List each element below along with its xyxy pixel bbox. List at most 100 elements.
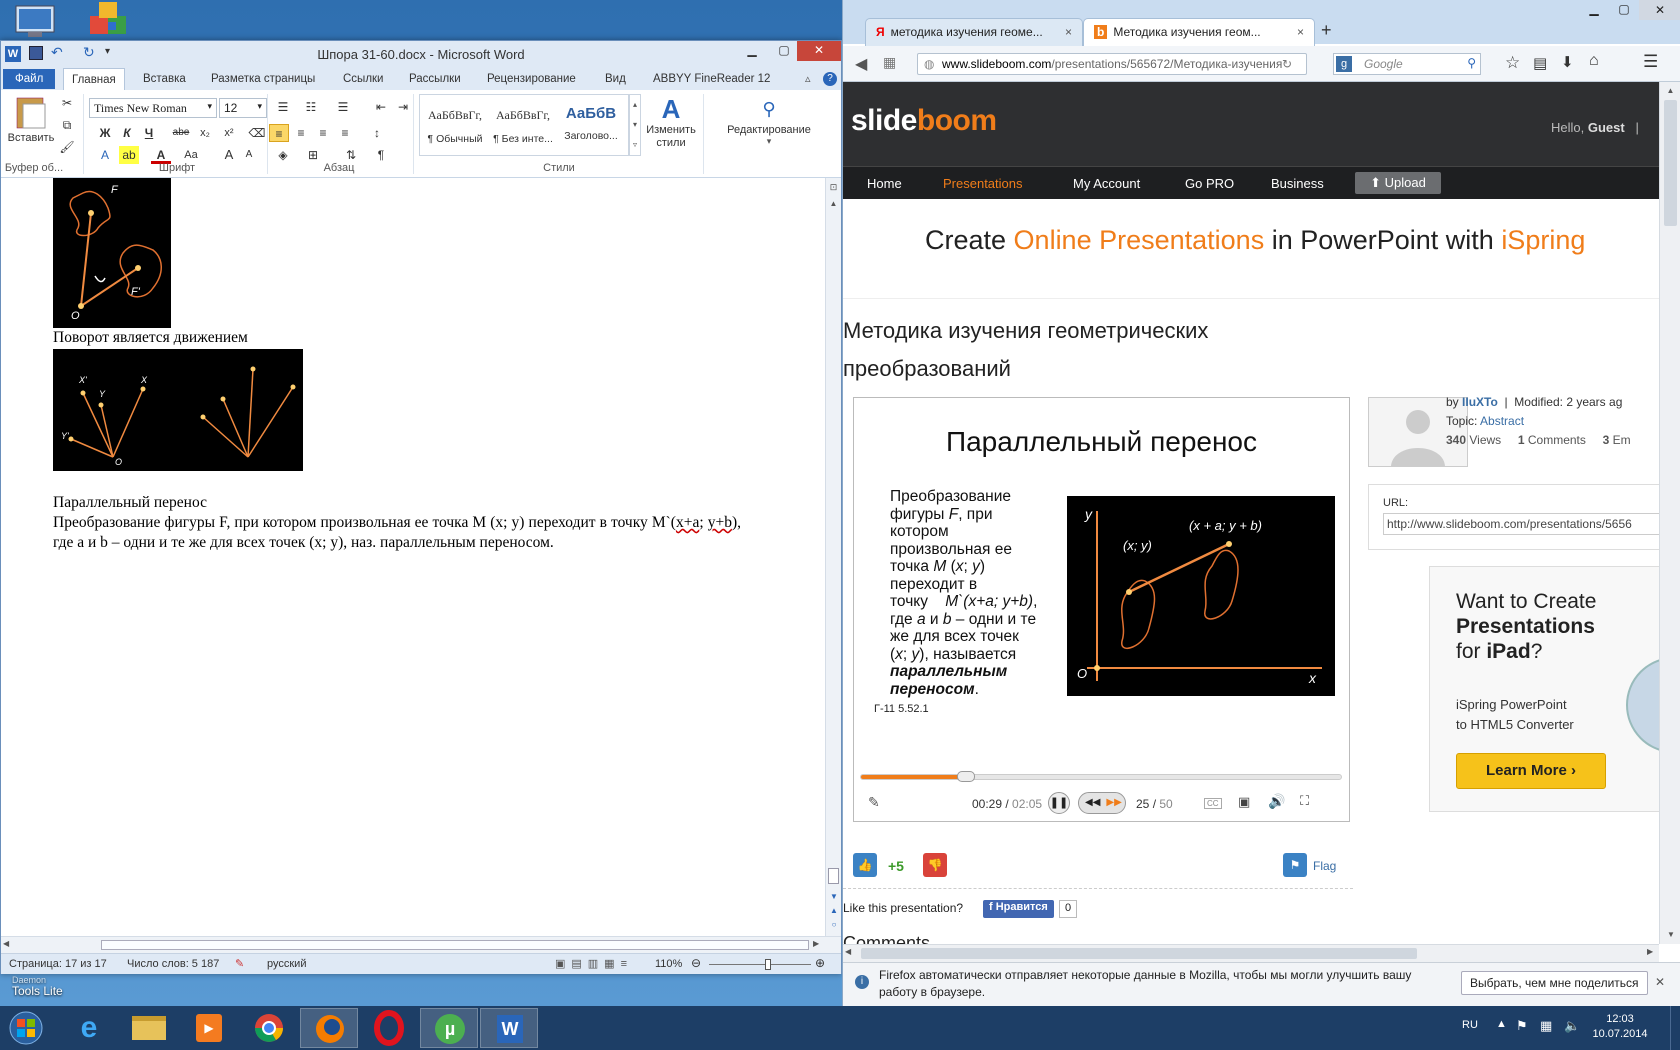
captions-button[interactable]: CC	[1204, 798, 1222, 809]
page-hscroll-thumb[interactable]	[861, 948, 1417, 959]
chrome-icon[interactable]	[240, 1008, 298, 1048]
file-explorer-icon[interactable]	[120, 1008, 178, 1048]
superscript-button[interactable]: x²	[219, 124, 239, 142]
fullscreen-icon[interactable]: ⛶	[1300, 793, 1309, 809]
zoom-slider-thumb[interactable]	[765, 959, 772, 970]
progress-thumb[interactable]	[957, 771, 976, 782]
line-spacing-icon[interactable]: ↕	[367, 124, 387, 142]
start-button[interactable]	[2, 1008, 52, 1048]
status-page[interactable]: Страница: 17 из 17	[9, 958, 107, 970]
hscroll-thumb[interactable]	[101, 940, 809, 950]
thumbs-down-button[interactable]: 👎	[923, 853, 947, 877]
cut-icon[interactable]: ✂	[57, 94, 77, 112]
tab-mailings[interactable]: Рассылки	[401, 68, 469, 90]
url-bar[interactable]: ◍ www.slideboom.com/presentations/565672…	[917, 53, 1307, 75]
upload-button[interactable]: ⬆ Upload	[1355, 172, 1441, 194]
nav-home[interactable]: Home	[867, 167, 902, 200]
firefox-icon[interactable]	[300, 1008, 358, 1048]
italic-button[interactable]: К	[117, 124, 137, 142]
tray-expand-icon[interactable]: ▲	[1496, 1018, 1507, 1030]
show-desktop-button[interactable]	[1670, 1006, 1680, 1050]
word-taskbar-icon[interactable]: W	[480, 1008, 538, 1048]
page-scroll-thumb[interactable]	[1664, 100, 1677, 226]
slide-nav-buttons[interactable]: ◀◀ ▶▶	[1078, 792, 1126, 814]
tab-view[interactable]: Вид	[597, 68, 634, 90]
annotate-icon[interactable]: ✎	[868, 794, 880, 811]
prev-slide-icon[interactable]: ◀◀	[1085, 797, 1100, 808]
tab-insert[interactable]: Вставка	[135, 68, 194, 90]
menu-icon[interactable]: ☰	[1643, 52, 1658, 72]
tab-home[interactable]: Главная	[63, 68, 125, 90]
internet-explorer-icon[interactable]: e	[60, 1008, 118, 1048]
nav-go-pro[interactable]: Go PRO	[1185, 167, 1234, 200]
language-indicator[interactable]: RU	[1462, 1019, 1478, 1031]
ipad-ad[interactable]: Want to Create Presentations for iPad? i…	[1429, 566, 1659, 812]
paste-button[interactable]: Вставить	[7, 96, 55, 152]
status-zoom[interactable]: 110%	[655, 958, 682, 970]
author-link[interactable]: IIuXTo	[1462, 395, 1498, 409]
nav-presentations[interactable]: Presentations	[943, 167, 1023, 200]
tab-close-icon[interactable]: ×	[1065, 25, 1072, 39]
bookmarks-icon[interactable]: ▤	[1533, 54, 1547, 72]
change-styles-button[interactable]: A Изменить стили	[641, 94, 701, 158]
style-normal[interactable]: АаБбВвГг, ¶ Обычный	[421, 96, 489, 158]
scroll-right-icon[interactable]: ▶	[813, 939, 819, 948]
status-language[interactable]: русский	[267, 958, 306, 970]
align-center-icon[interactable]: ≡	[291, 124, 311, 142]
tab-abbyy[interactable]: ABBYY FineReader 12	[645, 68, 778, 90]
new-tab-icon[interactable]: +	[1321, 20, 1332, 41]
document-page[interactable]: F F' O Поворот является движением X' Y X…	[1, 178, 807, 936]
tab-review[interactable]: Рецензирование	[479, 68, 584, 90]
history-icon[interactable]: ▦	[883, 54, 896, 71]
back-icon[interactable]: ◀	[855, 54, 867, 74]
decrease-indent-icon[interactable]: ⇤	[371, 98, 391, 116]
slide[interactable]: Параллельный перенос Преобразование фигу…	[854, 398, 1349, 768]
clock[interactable]: 12:03 10.07.2014	[1590, 1012, 1650, 1042]
scroll-left-icon[interactable]: ◀	[3, 939, 9, 948]
thumbs-up-button[interactable]: 👍	[853, 853, 877, 877]
reload-icon[interactable]: ↻	[1282, 57, 1292, 71]
network-icon[interactable]: ▦	[1540, 1018, 1552, 1034]
underline-button[interactable]: Ч	[139, 124, 159, 142]
align-right-icon[interactable]: ≡	[313, 124, 333, 142]
word-vertical-scrollbar[interactable]: ⊡ ▲ ▼▲○▼	[825, 178, 841, 943]
font-size-select[interactable]: 12 ▾	[219, 98, 267, 118]
zoom-slider[interactable]	[709, 964, 811, 965]
spelling-icon[interactable]: ✎	[235, 957, 244, 970]
tab-close-icon[interactable]: ×	[1297, 25, 1304, 39]
home-icon[interactable]: ⌂	[1589, 52, 1599, 70]
flag-icon[interactable]: ⚑	[1283, 853, 1307, 877]
volume-icon[interactable]: 🔊	[1268, 793, 1285, 810]
progress-track[interactable]	[860, 774, 1342, 780]
numbering-icon[interactable]: ☷	[301, 98, 321, 116]
facebook-like-button[interactable]: f Нравится	[983, 900, 1054, 918]
flag-link[interactable]: Flag	[1313, 859, 1336, 873]
style-heading[interactable]: АаБбВ Заголово...	[557, 96, 625, 158]
slide-layout-icon[interactable]: ▣	[1238, 794, 1250, 810]
notification-choose-button[interactable]: Выбрать, чем мне поделиться	[1461, 971, 1648, 995]
subscript-button[interactable]: x₂	[195, 124, 215, 142]
ruler-toggle-icon[interactable]: ⊡	[826, 182, 841, 193]
styles-scroll[interactable]: ▴ ▾ ▿	[629, 94, 641, 156]
bookmark-star-icon[interactable]: ☆	[1505, 53, 1520, 73]
nav-business[interactable]: Business	[1271, 167, 1324, 200]
multilevel-list-icon[interactable]: ☰	[333, 98, 353, 116]
increase-indent-icon[interactable]: ⇥	[393, 98, 413, 116]
clear-format-icon[interactable]: ⌫	[247, 124, 267, 142]
greeting-user[interactable]: Guest	[1588, 120, 1625, 135]
boxes-desktop-icon[interactable]	[86, 2, 146, 42]
downloads-icon[interactable]: ⬇	[1561, 53, 1574, 71]
ff-minimize-icon[interactable]: ▁	[1579, 2, 1609, 16]
help-icon[interactable]: ?	[823, 72, 837, 86]
volume-tray-icon[interactable]: 🔈	[1564, 1018, 1580, 1034]
page-vertical-scrollbar[interactable]: ▲ ▼	[1659, 82, 1680, 944]
scroll-thumb[interactable]	[828, 868, 839, 884]
justify-icon[interactable]: ≡	[335, 124, 355, 142]
font-name-select[interactable]: Times New Roman ▾	[89, 98, 217, 118]
zoom-out-icon[interactable]: ⊖	[691, 956, 701, 970]
learn-more-button[interactable]: Learn More ›	[1456, 753, 1606, 789]
pause-button[interactable]: ❚❚	[1048, 792, 1070, 814]
maximize-icon[interactable]: ▢	[769, 41, 799, 61]
strikethrough-button[interactable]: abe	[171, 124, 191, 142]
topic-link[interactable]: Abstract	[1480, 414, 1524, 428]
